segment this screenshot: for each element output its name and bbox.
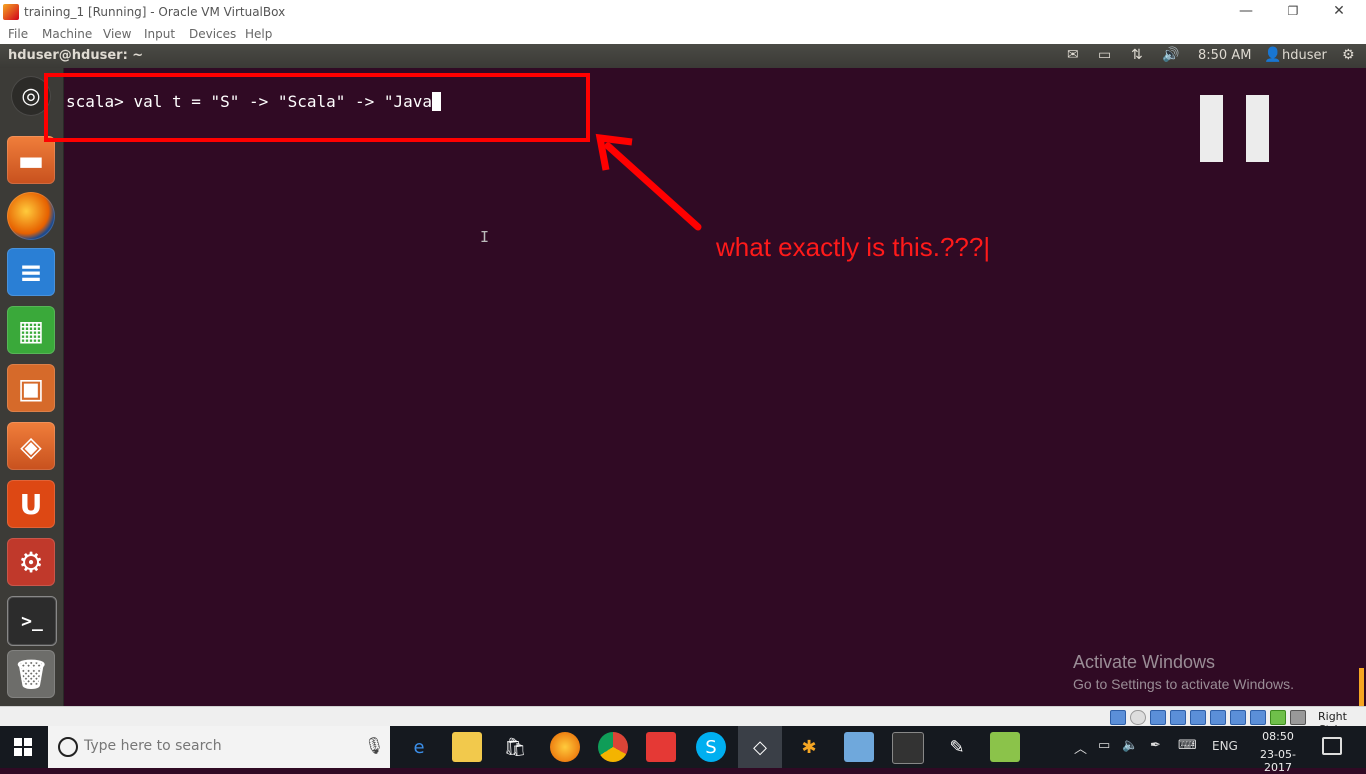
- network-icon[interactable]: ⇅: [1131, 47, 1143, 63]
- audio-icon[interactable]: [1150, 710, 1166, 725]
- paint-app-icon[interactable]: ✱: [794, 732, 824, 762]
- annotation-question: what exactly is this.???|: [716, 232, 991, 262]
- libreoffice-calc-icon[interactable]: ▦: [7, 306, 55, 354]
- video-capture-icon[interactable]: [1250, 710, 1266, 725]
- store-icon[interactable]: 🛍: [500, 732, 530, 762]
- close-button[interactable]: ✕: [1316, 0, 1362, 24]
- user-icon: 👤: [1264, 47, 1282, 63]
- optical-drive-icon[interactable]: [1130, 710, 1146, 725]
- tray-pen-icon[interactable]: ✒: [1150, 738, 1161, 753]
- ubuntu-top-panel: hduser@hduser: ~ ✉ ▭ ⇅ 🔊 8:50 AM 👤 hduse…: [0, 44, 1366, 68]
- firefox-icon[interactable]: [7, 192, 55, 240]
- taskbar-clock-time[interactable]: 08:50: [1256, 730, 1300, 743]
- menu-view[interactable]: View: [103, 27, 131, 41]
- cmd-icon[interactable]: [892, 732, 924, 764]
- volume-icon[interactable]: 🔊: [1162, 47, 1179, 63]
- libreoffice-writer-icon[interactable]: ≡: [7, 248, 55, 296]
- software-center-icon[interactable]: ◈: [7, 422, 55, 470]
- virtualbox-taskbar-icon[interactable]: ◇: [745, 732, 775, 762]
- unity-launcher: ◎ ▬ ≡ ▦ ▣ ◈ U ⚙ >_ 🗑: [0, 68, 64, 706]
- maximize-button[interactable]: ❐: [1270, 0, 1316, 24]
- tray-battery-icon[interactable]: ▭: [1098, 738, 1110, 753]
- vbox-titlebar: training_1 [Running] - Oracle VM Virtual…: [0, 0, 1366, 24]
- activate-windows-subtitle: Go to Settings to activate Windows.: [1073, 676, 1294, 692]
- taskbar-search-box[interactable]: Type here to search 🎙: [48, 726, 390, 768]
- panel-window-title: hduser@hduser: ~: [8, 48, 144, 63]
- menu-devices[interactable]: Devices: [189, 27, 236, 41]
- trash-icon[interactable]: 🗑: [7, 650, 55, 698]
- firefox-taskbar-icon[interactable]: [550, 732, 580, 762]
- media-app-icon[interactable]: [646, 732, 676, 762]
- hard-disk-icon[interactable]: [1110, 710, 1126, 725]
- taskbar-clock-date[interactable]: 23-05-2017: [1248, 748, 1308, 774]
- tray-keyboard-icon[interactable]: ⌨: [1178, 738, 1197, 753]
- virtualbox-app-icon: [3, 4, 19, 20]
- scroll-indicator: [1359, 668, 1364, 706]
- terminal-icon[interactable]: >_: [7, 596, 57, 646]
- system-settings-icon[interactable]: ⚙: [7, 538, 55, 586]
- menu-file[interactable]: File: [8, 27, 28, 41]
- notification-center-icon[interactable]: [1322, 737, 1342, 755]
- start-button[interactable]: [14, 738, 32, 756]
- menu-help[interactable]: Help: [245, 27, 272, 41]
- panel-user-name[interactable]: hduser: [1282, 48, 1327, 63]
- vbox-statusbar: Right Ctrl: [0, 706, 1366, 736]
- cortana-icon: [58, 737, 78, 757]
- gear-icon[interactable]: ⚙: [1342, 47, 1355, 63]
- shared-folders-icon[interactable]: [1210, 710, 1226, 725]
- cpu-activity-icon[interactable]: [1270, 710, 1286, 725]
- menu-input[interactable]: Input: [144, 27, 175, 41]
- minimize-button[interactable]: —: [1223, 0, 1269, 24]
- chrome-icon[interactable]: [598, 732, 628, 762]
- edge-icon[interactable]: e: [404, 732, 434, 762]
- mouse-integration-icon[interactable]: [1290, 710, 1306, 725]
- libreoffice-impress-icon[interactable]: ▣: [7, 364, 55, 412]
- network-adapter-icon[interactable]: [1170, 710, 1186, 725]
- usb-icon[interactable]: [1190, 710, 1206, 725]
- pause-icon[interactable]: [1200, 95, 1223, 162]
- battery-icon[interactable]: ▭: [1098, 47, 1111, 63]
- terminal-window[interactable]: [64, 68, 1366, 706]
- tool-app-icon[interactable]: ✎: [942, 732, 972, 762]
- mail-icon[interactable]: ✉: [1067, 47, 1079, 63]
- tray-chevron-icon[interactable]: ︿: [1074, 738, 1087, 757]
- menu-machine[interactable]: Machine: [42, 27, 92, 41]
- ubuntu-one-icon[interactable]: U: [7, 480, 55, 528]
- vbox-menubar: File Machine View Input Devices Help: [0, 24, 1366, 44]
- skype-icon[interactable]: S: [696, 732, 726, 762]
- window-title: training_1 [Running] - Oracle VM Virtual…: [24, 5, 286, 19]
- file-explorer-icon[interactable]: [452, 732, 482, 762]
- windows-taskbar: Type here to search 🎙 e 🛍 S ◇ ✱ ✎ ︿ ▭ 🔈 …: [0, 726, 1366, 774]
- notes-app-icon[interactable]: [844, 732, 874, 762]
- ibeam-cursor-icon: I: [480, 228, 490, 246]
- tray-volume-icon[interactable]: 🔈: [1122, 738, 1138, 753]
- highlight-box: [44, 73, 590, 142]
- display-icon[interactable]: [1230, 710, 1246, 725]
- activate-windows-title: Activate Windows: [1073, 652, 1216, 672]
- pause-icon-bar[interactable]: [1246, 95, 1269, 162]
- panel-clock[interactable]: 8:50 AM: [1198, 48, 1251, 63]
- microphone-icon[interactable]: 🎙: [364, 736, 384, 755]
- editor-app-icon[interactable]: [990, 732, 1020, 762]
- language-indicator[interactable]: ENG: [1212, 739, 1238, 753]
- files-icon[interactable]: ▬: [7, 136, 55, 184]
- annotation-arrow-icon: [595, 133, 702, 231]
- search-placeholder: Type here to search: [84, 738, 222, 754]
